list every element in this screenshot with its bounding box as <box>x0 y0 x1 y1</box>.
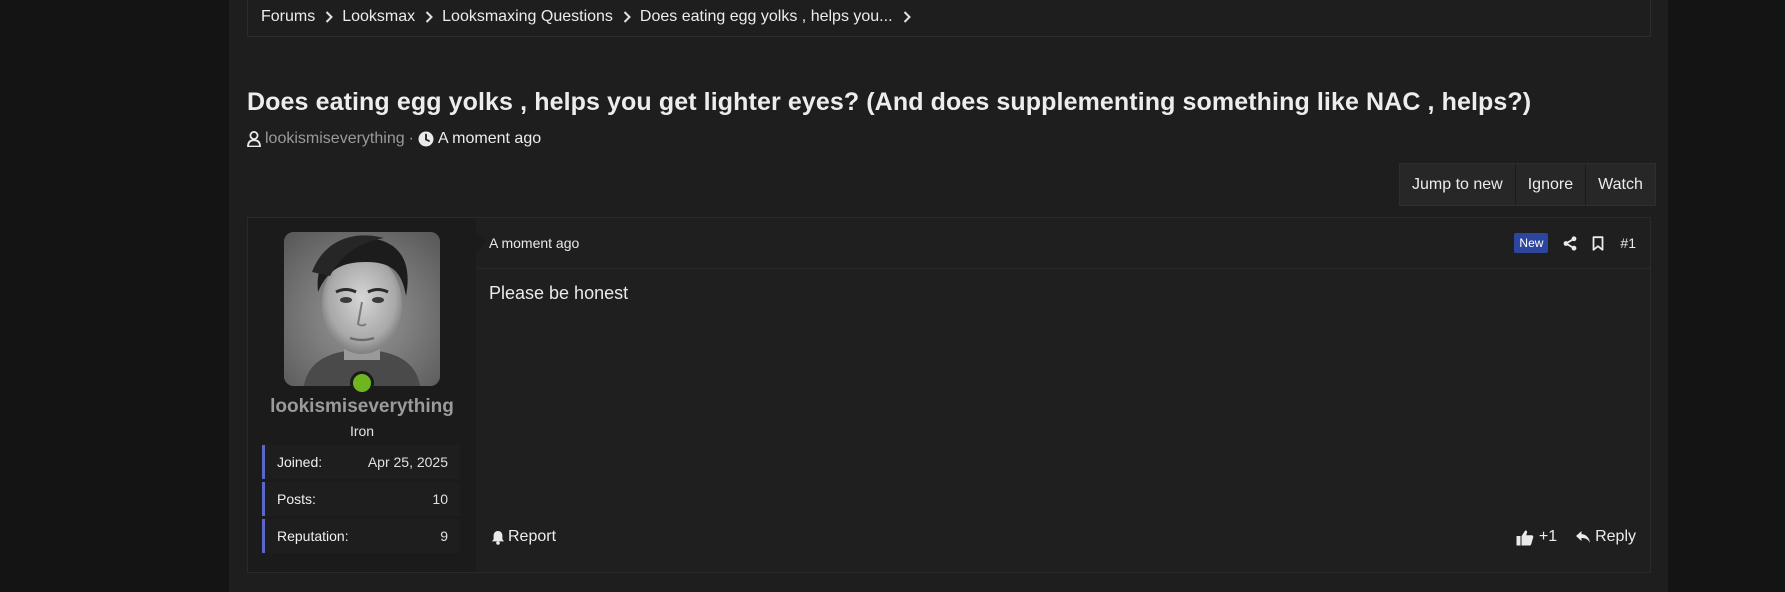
clock-icon <box>418 131 434 147</box>
post: lookismiseverything Iron Joined: Apr 25,… <box>247 217 1651 573</box>
avatar-portrait <box>284 232 440 386</box>
post-user-panel: lookismiseverything Iron Joined: Apr 25,… <box>248 218 486 572</box>
share-icon <box>1564 235 1577 251</box>
share-button[interactable] <box>1563 235 1577 251</box>
user-title: Iron <box>349 423 375 439</box>
breadcrumb-item-looksmax[interactable]: Looksmax <box>342 8 442 26</box>
post-header-actions: New #1 <box>1514 233 1636 253</box>
post-footer-right: +1 Reply <box>1516 528 1636 546</box>
reply-button[interactable]: Reply <box>1575 528 1636 546</box>
breadcrumb-label: Does eating egg yolks , helps you... <box>639 8 893 25</box>
post-body: Please be honest <box>489 283 629 303</box>
like-button[interactable]: +1 <box>1516 528 1557 546</box>
stat-key: Joined: <box>277 454 323 470</box>
post-main: A moment ago New #1 Please be honest Rep… <box>477 218 1650 572</box>
post-header: A moment ago New #1 <box>477 218 1650 269</box>
bookmark-icon <box>1593 235 1604 251</box>
chevron-right-icon <box>326 11 334 23</box>
watch-button[interactable]: Watch <box>1586 164 1655 205</box>
stat-joined: Joined: Apr 25, 2025 <box>262 445 460 479</box>
reply-icon <box>1576 531 1591 543</box>
like-count: +1 <box>1538 528 1558 545</box>
breadcrumb-label: Looksmaxing Questions <box>442 8 613 25</box>
thread-author-link[interactable]: lookismiseverything <box>265 130 405 148</box>
breadcrumb: Forums Looksmax Looksmaxing Questions Do… <box>247 0 1651 37</box>
new-badge: New <box>1514 233 1549 253</box>
post-date-link[interactable]: A moment ago <box>489 235 579 251</box>
stat-key: Reputation: <box>277 528 349 544</box>
reply-label: Reply <box>1595 528 1636 545</box>
page-container: Forums Looksmax Looksmaxing Questions Do… <box>229 0 1668 592</box>
bell-icon <box>492 530 504 545</box>
meta-separator: · <box>408 130 414 147</box>
chevron-right-icon <box>623 11 631 23</box>
report-label: Report <box>508 528 557 545</box>
online-status-indicator <box>350 371 374 395</box>
breadcrumb-item-forums[interactable]: Forums <box>261 8 342 26</box>
avatar[interactable] <box>284 232 440 386</box>
breadcrumb-item-looksmaxing-questions[interactable]: Looksmaxing Questions <box>442 8 640 26</box>
stat-value: 9 <box>440 528 448 544</box>
jump-to-new-button[interactable]: Jump to new <box>1400 164 1516 205</box>
chevron-right-icon <box>425 11 434 23</box>
user-stats: Joined: Apr 25, 2025 Posts: 10 Reputatio… <box>262 445 460 556</box>
stat-reputation: Reputation: 9 <box>262 519 460 553</box>
user-icon <box>247 131 261 147</box>
report-button[interactable]: Report <box>491 528 556 546</box>
bookmark-button[interactable] <box>1592 235 1604 251</box>
chevron-right-icon <box>903 11 911 23</box>
breadcrumb-item-current-thread[interactable]: Does eating egg yolks , helps you... <box>640 8 920 26</box>
thread-time-link[interactable]: A moment ago <box>438 130 541 148</box>
thumbs-up-icon <box>1516 529 1534 545</box>
thread-meta: lookismiseverything · A moment ago <box>247 130 541 148</box>
thread-title: Does eating egg yolks , helps you get li… <box>247 88 1532 116</box>
stat-key: Posts: <box>277 491 316 507</box>
post-number-link[interactable]: #1 <box>1620 235 1636 251</box>
post-username[interactable]: lookismiseverything <box>248 396 476 418</box>
post-footer: Report +1 Reply <box>477 528 1650 546</box>
stat-value: Apr 25, 2025 <box>367 454 448 470</box>
stat-value: 10 <box>432 491 448 507</box>
breadcrumb-label: Looksmax <box>342 8 416 25</box>
breadcrumb-label: Forums <box>261 8 316 25</box>
post-footer-left: Report <box>491 528 556 546</box>
ignore-button[interactable]: Ignore <box>1515 164 1587 205</box>
stat-posts: Posts: 10 <box>262 482 460 516</box>
thread-actions: Jump to new Ignore Watch <box>1399 163 1656 206</box>
